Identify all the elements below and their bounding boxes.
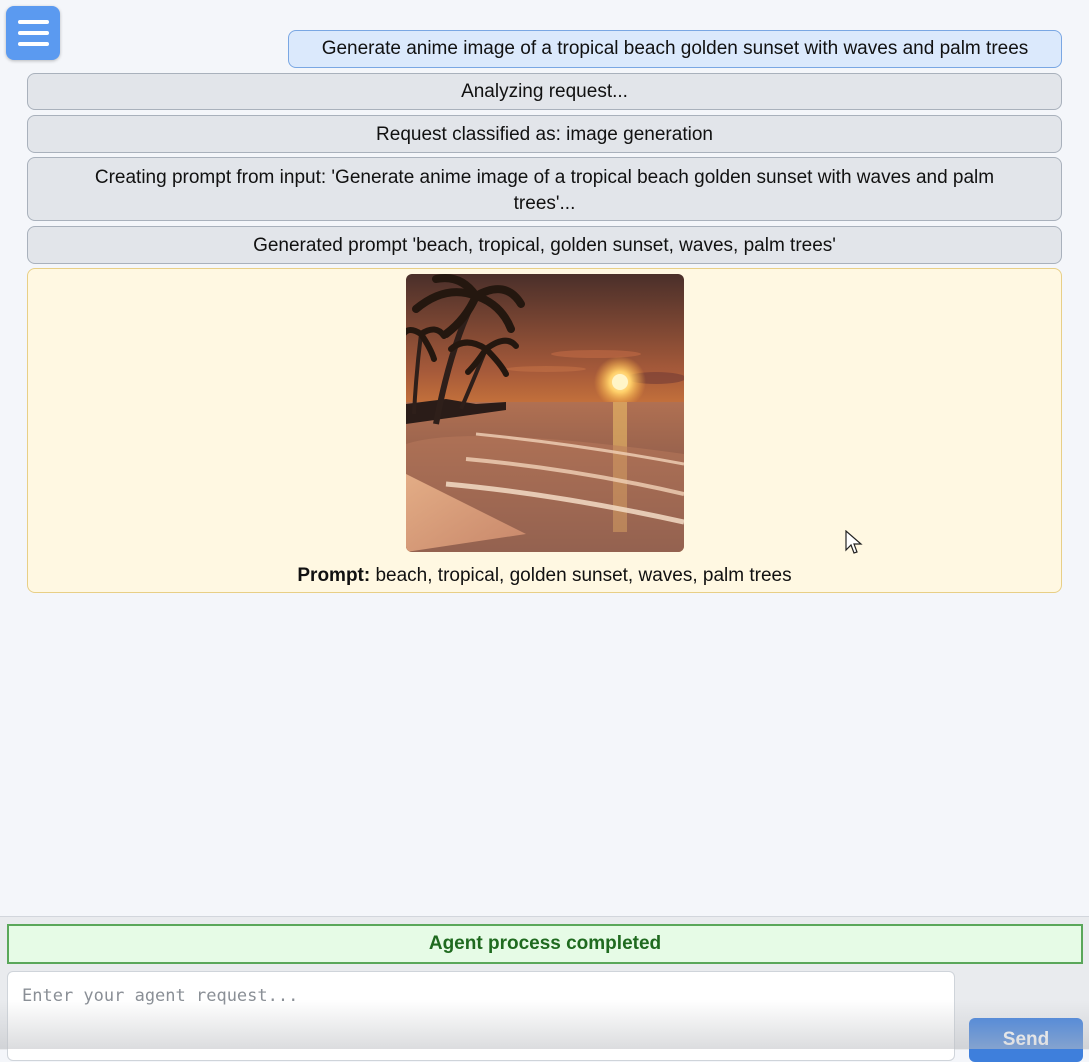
prompt-label: Prompt: bbox=[297, 565, 371, 586]
send-button[interactable]: Send bbox=[969, 1018, 1083, 1062]
status-message-generated-prompt: Generated prompt 'beach, tropical, golde… bbox=[27, 226, 1062, 264]
status-message-analyzing: Analyzing request... bbox=[27, 73, 1062, 110]
user-message: Generate anime image of a tropical beach… bbox=[288, 30, 1062, 68]
hamburger-menu-button[interactable] bbox=[6, 6, 60, 60]
mouse-cursor-icon bbox=[845, 530, 863, 554]
hamburger-menu-icon bbox=[18, 20, 49, 24]
generated-image-card: Prompt: beach, tropical, golden sunset, … bbox=[27, 268, 1062, 593]
generated-image[interactable] bbox=[406, 274, 684, 552]
prompt-caption: Prompt: beach, tropical, golden sunset, … bbox=[28, 565, 1061, 587]
status-message-creating-prompt: Creating prompt from input: 'Generate an… bbox=[27, 157, 1062, 221]
status-message-classified: Request classified as: image generation bbox=[27, 115, 1062, 153]
prompt-value: beach, tropical, golden sunset, waves, p… bbox=[375, 565, 792, 586]
agent-status-bar: Agent process completed bbox=[7, 924, 1083, 964]
agent-request-input[interactable] bbox=[7, 971, 955, 1061]
